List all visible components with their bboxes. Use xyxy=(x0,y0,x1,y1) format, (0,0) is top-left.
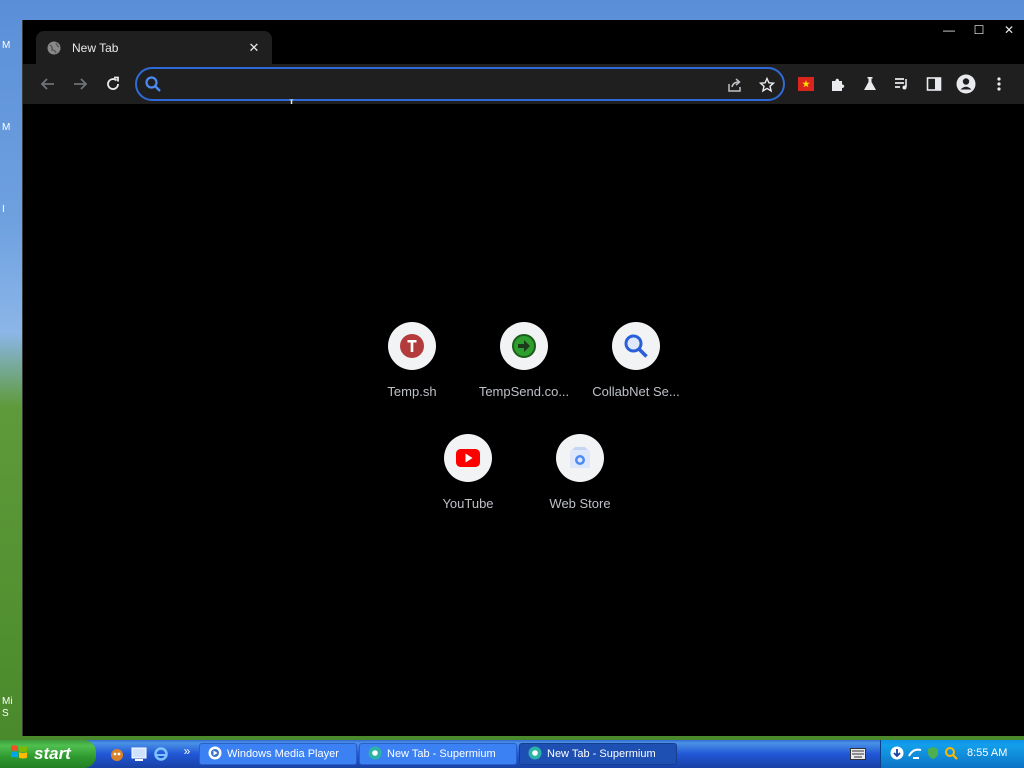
shortcut-temp-sh[interactable]: Temp.sh xyxy=(356,322,468,399)
media-player-icon xyxy=(208,746,222,763)
youtube-icon xyxy=(444,434,492,482)
shortcut-label: Web Store xyxy=(549,496,611,511)
taskbar-item-label: New Tab - Supermium xyxy=(387,748,496,760)
windows-logo-icon xyxy=(10,743,28,766)
shortcut-youtube[interactable]: YouTube xyxy=(412,434,524,511)
address-bar[interactable] xyxy=(135,67,785,101)
desktop-icon-label: M xyxy=(2,40,11,51)
bookmark-star-icon[interactable] xyxy=(757,75,777,95)
back-icon[interactable] xyxy=(36,72,60,96)
download-tray-icon[interactable] xyxy=(889,745,905,761)
desktop-icon-label: Mi xyxy=(2,696,13,707)
globe-icon xyxy=(46,40,62,56)
shortcut-label: TempSend.co... xyxy=(478,384,570,399)
address-input[interactable] xyxy=(169,75,709,93)
quick-launch-desktop-icon[interactable] xyxy=(130,745,148,763)
shortcut-label: YouTube xyxy=(442,496,494,511)
supermium-icon xyxy=(528,746,542,763)
tab-title: New Tab xyxy=(72,40,119,55)
taskbar: start » Windows Media Player New Tab - S… xyxy=(0,740,1024,768)
quick-launch-app-icon[interactable] xyxy=(108,745,126,763)
minimize-button[interactable]: — xyxy=(934,20,964,40)
security-tray-icon[interactable] xyxy=(925,745,941,761)
close-icon[interactable]: ✕ xyxy=(246,40,262,56)
shortcut-label: CollabNet Se... xyxy=(592,384,680,399)
labs-flask-icon[interactable] xyxy=(860,74,880,94)
close-window-button[interactable]: ✕ xyxy=(994,20,1024,40)
quick-launch-ie-icon[interactable] xyxy=(152,745,170,763)
maximize-button[interactable]: ☐ xyxy=(964,20,994,40)
vietnam-flag-extension-icon[interactable] xyxy=(796,74,816,94)
window-controls: — ☐ ✕ xyxy=(934,20,1024,40)
quick-launch-chevron-icon[interactable]: » xyxy=(178,742,196,760)
media-queue-icon[interactable] xyxy=(892,74,912,94)
title-bar: New Tab ✕ — ☐ ✕ xyxy=(23,20,1024,64)
browser-window: New Tab ✕ — ☐ ✕ Temp.sh TempSend.co... C… xyxy=(22,20,1024,736)
search-tray-icon[interactable] xyxy=(943,745,959,761)
taskbar-item-label: Windows Media Player xyxy=(227,748,339,760)
toolbar xyxy=(23,64,1024,104)
reload-icon[interactable] xyxy=(101,72,125,96)
start-button[interactable]: start xyxy=(0,740,96,768)
tab-new-tab[interactable]: New Tab ✕ xyxy=(36,31,272,64)
profile-avatar-icon[interactable] xyxy=(956,74,976,94)
keyboard-language-icon[interactable] xyxy=(849,745,867,763)
search-icon xyxy=(144,75,162,98)
desktop-icon-label: M xyxy=(2,122,11,133)
new-tab-page: Temp.sh TempSend.co... CollabNet Se... Y… xyxy=(23,104,1024,736)
shortcut-label: Temp.sh xyxy=(387,384,437,399)
shortcut-web-store[interactable]: Web Store xyxy=(524,434,636,511)
search-icon xyxy=(612,322,660,370)
taskbar-item-supermium-active[interactable]: New Tab - Supermium xyxy=(519,743,677,765)
taskbar-item-supermium[interactable]: New Tab - Supermium xyxy=(359,743,517,765)
tempsend-icon xyxy=(500,322,548,370)
network-tray-icon[interactable] xyxy=(907,745,923,761)
side-panel-icon[interactable] xyxy=(924,74,944,94)
taskbar-item-label: New Tab - Supermium xyxy=(547,748,656,760)
system-tray: 8:55 AM xyxy=(880,740,1024,768)
shortcut-tempsend[interactable]: TempSend.co... xyxy=(468,322,580,399)
desktop-icon-label: I xyxy=(2,204,5,215)
supermium-icon xyxy=(368,746,382,763)
taskbar-item-media-player[interactable]: Windows Media Player xyxy=(199,743,357,765)
share-icon[interactable] xyxy=(725,75,745,95)
clock: 8:55 AM xyxy=(967,747,1008,759)
temp-sh-icon xyxy=(388,322,436,370)
shortcut-collabnet[interactable]: CollabNet Se... xyxy=(580,322,692,399)
web-store-icon xyxy=(556,434,604,482)
more-menu-icon[interactable] xyxy=(989,74,1009,94)
desktop-icon-label: S xyxy=(2,708,9,719)
extensions-puzzle-icon[interactable] xyxy=(828,74,848,94)
start-label: start xyxy=(34,744,71,763)
forward-icon[interactable] xyxy=(68,72,92,96)
